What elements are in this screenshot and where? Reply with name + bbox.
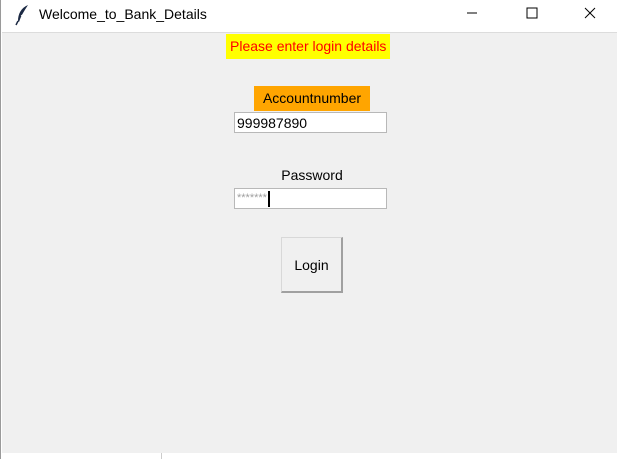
- window-title: Welcome_to_Bank_Details: [39, 6, 207, 22]
- maximize-icon: [526, 6, 538, 24]
- password-masked-text: *******: [237, 192, 267, 204]
- text-cursor: [267, 190, 270, 207]
- minimize-icon: [466, 6, 478, 24]
- close-button[interactable]: [567, 0, 613, 30]
- minimize-button[interactable]: [449, 0, 495, 30]
- login-button[interactable]: Login: [281, 237, 343, 293]
- title-bar[interactable]: Welcome_to_Bank_Details: [1, 0, 617, 31]
- account-number-label: Accountnumber: [254, 86, 370, 111]
- close-icon: [584, 6, 596, 24]
- app-window: Welcome_to_Bank_Details Please enter log…: [0, 0, 617, 459]
- password-input[interactable]: *******: [234, 188, 387, 209]
- account-number-input[interactable]: [234, 112, 387, 133]
- password-label: Password: [281, 167, 343, 183]
- bottom-strip: [1, 453, 617, 459]
- maximize-button[interactable]: [509, 0, 555, 30]
- divider: [161, 453, 162, 459]
- login-message: Please enter login details: [226, 34, 391, 59]
- feather-icon: [15, 4, 31, 26]
